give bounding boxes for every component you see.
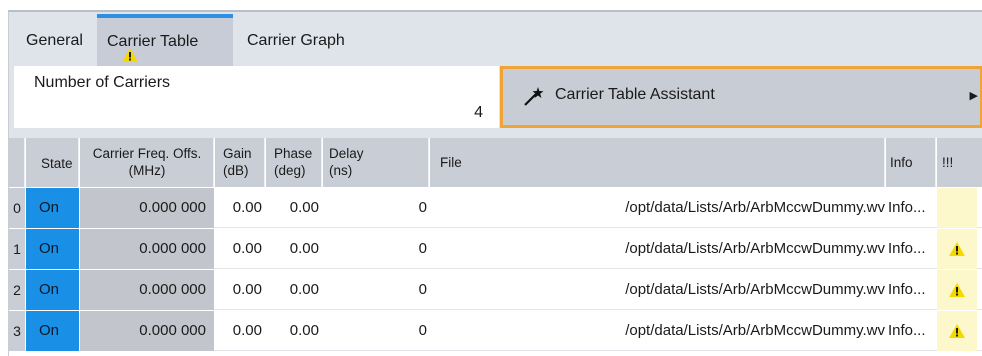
gain-cell[interactable]: 0.00	[215, 188, 265, 228]
header-index	[9, 138, 25, 187]
table-row: 1 On 0.000 000 0.00 0.00 0 /opt/data/Lis…	[9, 229, 982, 269]
info-button[interactable]: Info...	[886, 311, 936, 351]
header-file-label: File	[440, 155, 462, 170]
header-warnings-label: !!!	[942, 155, 954, 170]
header-freq-unit: (MHz)	[128, 163, 166, 178]
warning-icon	[949, 324, 965, 338]
phase-cell[interactable]: 0.00	[266, 270, 322, 310]
info-button[interactable]: Info...	[886, 188, 936, 228]
header-delay: Delay (ns)	[323, 138, 429, 187]
warning-icon	[122, 48, 138, 62]
header-delay-label: Delay	[329, 146, 364, 161]
header-info: Info	[886, 138, 936, 187]
number-of-carriers-value[interactable]: 4	[474, 104, 483, 122]
carrier-freq-cell[interactable]: 0.000 000	[80, 188, 214, 228]
warning-icon	[949, 242, 965, 256]
phase-cell[interactable]: 0.00	[266, 188, 322, 228]
state-toggle[interactable]: On	[26, 270, 79, 310]
assistant-label: Carrier Table Assistant	[555, 86, 715, 103]
info-button[interactable]: Info...	[886, 270, 936, 310]
warning-cell	[937, 311, 977, 351]
row-index: 0	[9, 188, 25, 228]
row-index: 3	[9, 311, 25, 351]
header-gain-unit: (dB)	[223, 163, 249, 178]
gain-cell[interactable]: 0.00	[215, 270, 265, 310]
header-file: File	[430, 138, 885, 187]
header-gain: Gain (dB)	[215, 138, 265, 187]
header-state-label: State	[41, 156, 73, 171]
header-carrier-freq: Carrier Freq. Offs. (MHz)	[80, 138, 214, 187]
warning-cell	[937, 188, 977, 228]
tab-general[interactable]: General	[16, 16, 94, 66]
tab-carrier-graph[interactable]: Carrier Graph	[237, 16, 367, 66]
magic-wand-icon	[523, 86, 545, 110]
warning-icon	[949, 283, 965, 297]
delay-cell[interactable]: 0	[323, 188, 429, 228]
carrier-table-assistant-button[interactable]: Carrier Table Assistant ▶	[500, 66, 982, 128]
carrier-table-panel: General Carrier Table Carrier Graph Numb…	[8, 10, 982, 356]
tab-bar: General Carrier Table Carrier Graph	[9, 12, 982, 66]
chevron-right-icon: ▶	[969, 90, 978, 102]
carrier-freq-cell[interactable]: 0.000 000	[80, 311, 214, 351]
header-phase-unit: (deg)	[274, 163, 306, 178]
row-index: 2	[9, 270, 25, 310]
tab-carrier-table[interactable]: Carrier Table	[97, 14, 233, 66]
number-of-carriers-field[interactable]: Number of Carriers 4	[14, 66, 499, 128]
number-of-carriers-label: Number of Carriers	[34, 74, 171, 91]
delay-cell[interactable]: 0	[323, 229, 429, 269]
header-phase: Phase (deg)	[266, 138, 322, 187]
phase-cell[interactable]: 0.00	[266, 311, 322, 351]
state-toggle[interactable]: On	[26, 311, 79, 351]
carrier-freq-cell[interactable]: 0.000 000	[80, 270, 214, 310]
header-info-label: Info	[890, 155, 913, 170]
carrier-freq-cell[interactable]: 0.000 000	[80, 229, 214, 269]
delay-cell[interactable]: 0	[323, 311, 429, 351]
header-freq-label: Carrier Freq. Offs.	[92, 146, 202, 161]
state-toggle[interactable]: On	[26, 229, 79, 269]
header-phase-label: Phase	[274, 146, 313, 161]
header-gain-label: Gain	[223, 146, 252, 161]
header-warnings: !!!	[937, 138, 982, 187]
warning-cell	[937, 270, 977, 310]
header-state: State	[26, 138, 79, 187]
file-cell[interactable]: /opt/data/Lists/Arb/ArbMccwDummy.wv	[430, 311, 885, 351]
table-row: 2 On 0.000 000 0.00 0.00 0 /opt/data/Lis…	[9, 270, 982, 310]
file-cell[interactable]: /opt/data/Lists/Arb/ArbMccwDummy.wv	[430, 229, 885, 269]
carrier-table: State Carrier Freq. Offs. (MHz) Gain (dB…	[9, 138, 982, 356]
delay-cell[interactable]: 0	[323, 270, 429, 310]
file-cell[interactable]: /opt/data/Lists/Arb/ArbMccwDummy.wv	[430, 270, 885, 310]
state-toggle[interactable]: On	[26, 188, 79, 228]
header-delay-unit: (ns)	[329, 163, 353, 178]
file-cell[interactable]: /opt/data/Lists/Arb/ArbMccwDummy.wv	[430, 188, 885, 228]
info-button[interactable]: Info...	[886, 229, 936, 269]
warning-cell	[937, 229, 977, 269]
row-index: 1	[9, 229, 25, 269]
gain-cell[interactable]: 0.00	[215, 311, 265, 351]
table-row: 3 On 0.000 000 0.00 0.00 0 /opt/data/Lis…	[9, 311, 982, 351]
gain-cell[interactable]: 0.00	[215, 229, 265, 269]
table-row: 0 On 0.000 000 0.00 0.00 0 /opt/data/Lis…	[9, 188, 982, 228]
phase-cell[interactable]: 0.00	[266, 229, 322, 269]
